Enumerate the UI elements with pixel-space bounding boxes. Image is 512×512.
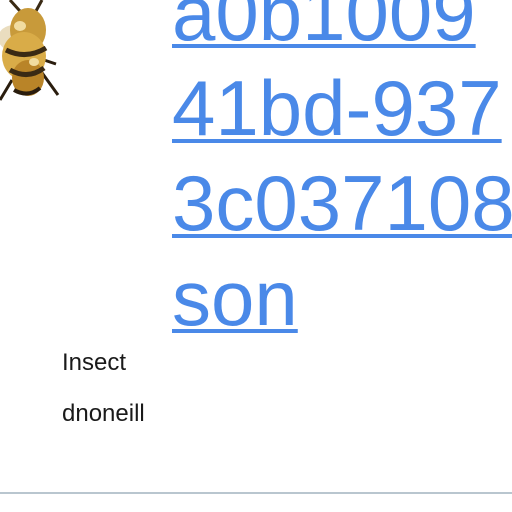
item-category: Insect [62, 349, 127, 376]
item-title-line-4[interactable]: son [172, 251, 512, 346]
insect-icon [0, 0, 60, 101]
item-title-line-1[interactable]: a0b1009 [172, 0, 512, 61]
item-title-line-2[interactable]: 41bd-937 [172, 61, 512, 156]
item-title-link[interactable]: a0b1009 41bd-937 3c037108 son [172, 0, 512, 346]
divider [0, 492, 512, 494]
item-author: dnoneill [62, 400, 145, 427]
insect-thumbnail-image[interactable] [0, 0, 60, 110]
item-title-line-3[interactable]: 3c037108 [172, 156, 512, 251]
result-card: a0b1009 41bd-937 3c037108 son Insect dno… [0, 0, 512, 512]
